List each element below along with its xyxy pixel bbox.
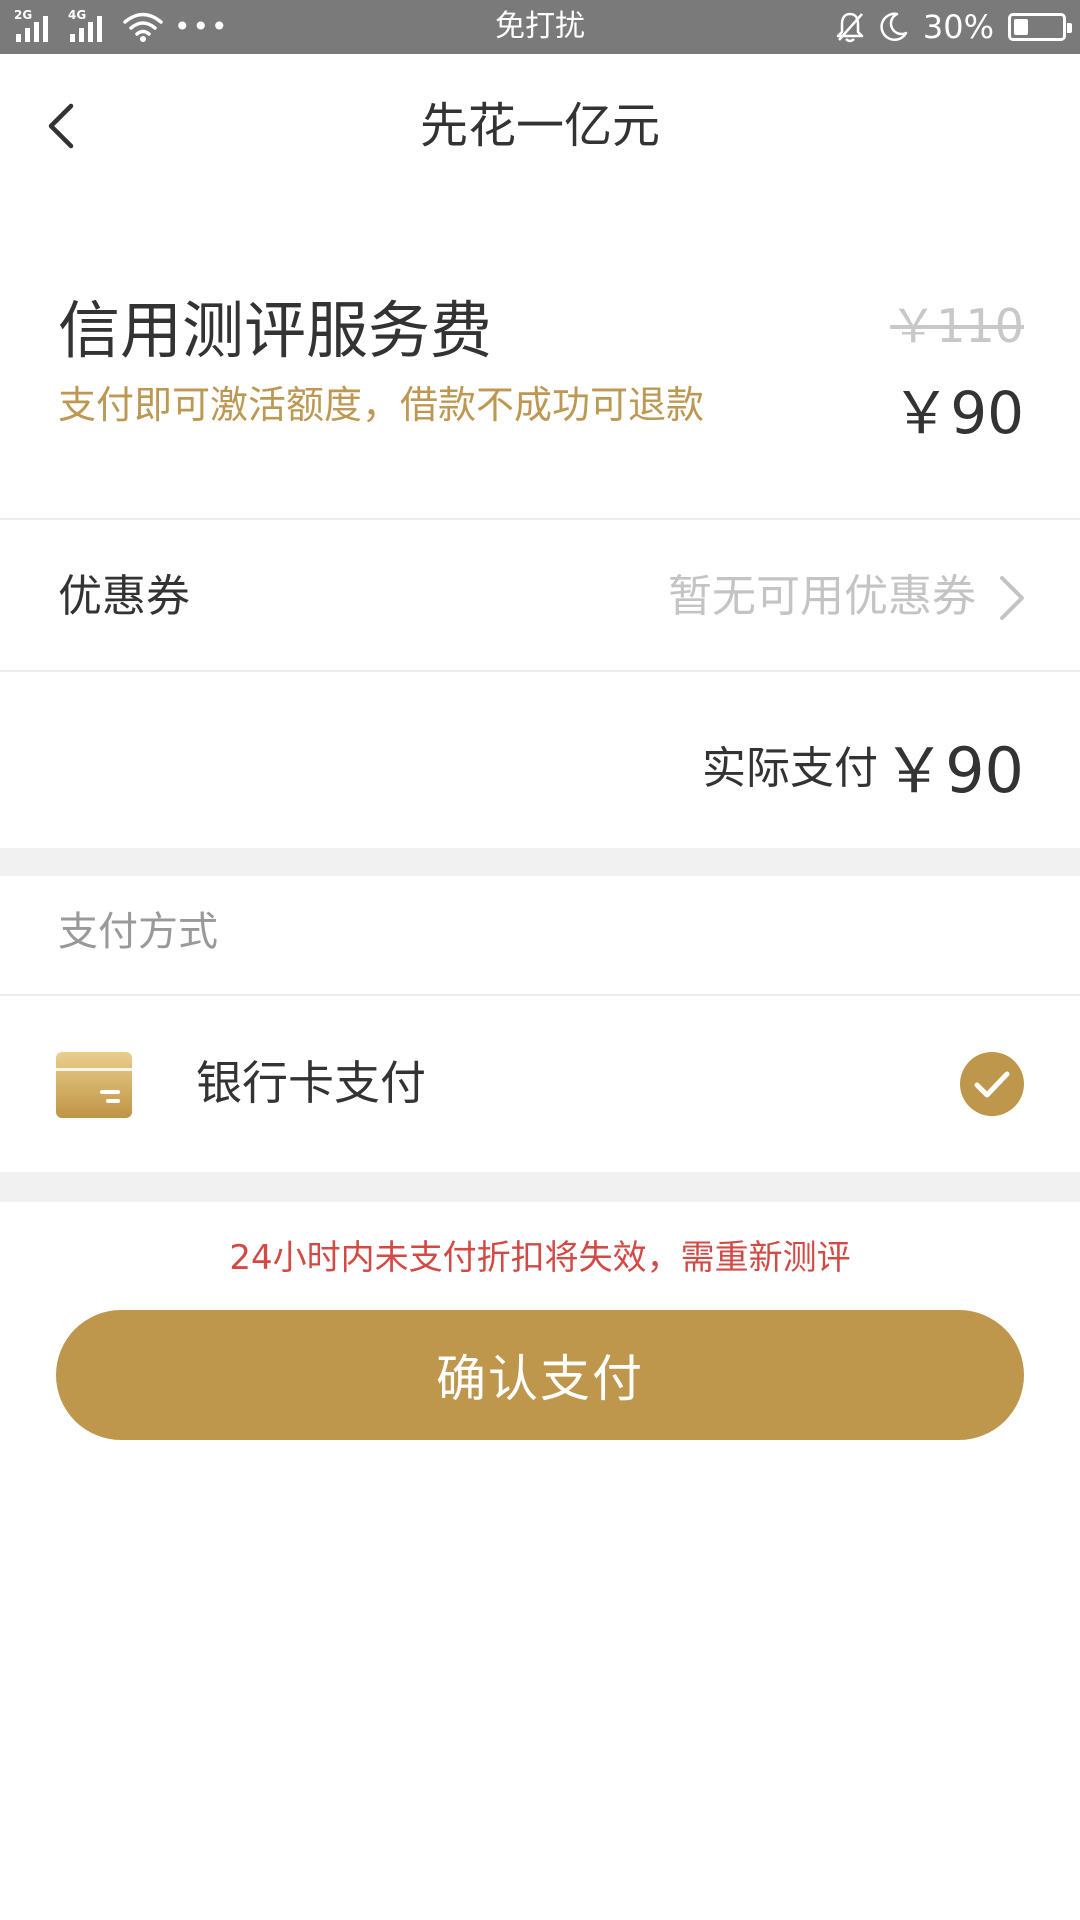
battery-percent: 30% <box>922 8 994 46</box>
payment-method-bank-card[interactable]: 银行卡支付 <box>0 998 1080 1172</box>
chevron-right-icon <box>1000 576 1024 620</box>
fee-section: 信用测评服务费 支付即可激活额度，借款不成功可退款 ￥110 ￥90 <box>0 198 1080 520</box>
payment-method-header: 支付方式 <box>0 876 1080 996</box>
page-title: 先花一亿元 <box>419 98 660 154</box>
header-bar: 先花一亿元 <box>0 54 1080 198</box>
fee-subtitle: 支付即可激活额度，借款不成功可退款 <box>58 383 705 427</box>
bank-card-icon <box>56 1052 132 1118</box>
actual-payment-label: 实际支付 <box>702 743 878 794</box>
section-divider <box>0 1172 1080 1202</box>
fee-price: ￥90 <box>892 379 1024 447</box>
coupon-row[interactable]: 优惠券 暂无可用优惠券 <box>0 522 1080 672</box>
actual-payment-row: 实际支付 ￥90 <box>0 674 1080 848</box>
battery-icon <box>1008 13 1072 41</box>
fee-title: 信用测评服务费 <box>58 294 493 367</box>
confirm-payment-button[interactable]: 确认支付 <box>56 1310 1024 1440</box>
moon-icon <box>880 12 908 42</box>
actual-payment-price: ￥90 <box>883 734 1024 807</box>
bell-off-icon <box>836 12 864 43</box>
payment-method-label: 支付方式 <box>58 909 218 955</box>
coupon-value: 暂无可用优惠券 <box>668 571 976 622</box>
payment-method-name: 银行卡支付 <box>196 1056 426 1110</box>
battery-fill <box>1014 19 1028 35</box>
coupon-label: 优惠券 <box>58 571 190 622</box>
status-bar: 2G 4G ••• 免打扰 30% <box>0 0 1080 54</box>
section-divider <box>0 848 1080 876</box>
original-price: ￥110 <box>890 299 1024 353</box>
status-right: 30% <box>835 8 1072 46</box>
check-circle-icon[interactable] <box>960 1052 1024 1116</box>
discount-expiry-notice: 24小时内未支付折扣将失效，需重新测评 <box>229 1238 851 1278</box>
